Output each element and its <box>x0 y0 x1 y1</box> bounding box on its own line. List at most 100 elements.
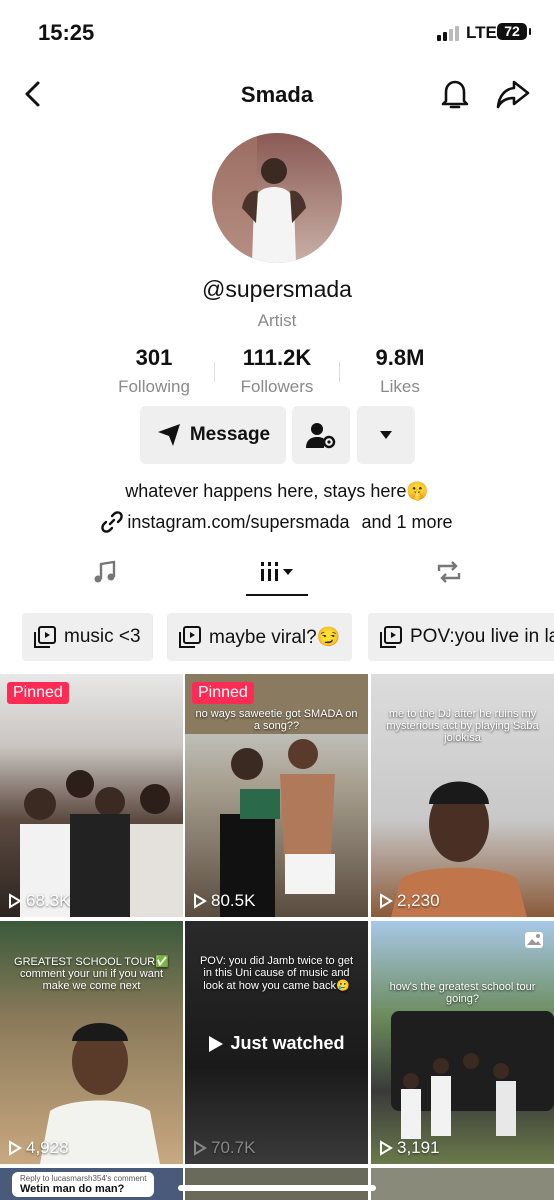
playlist-label: music <3 <box>64 626 141 647</box>
message-button[interactable]: Message <box>140 406 286 464</box>
grid-icon <box>261 562 293 581</box>
thumbnail-image <box>391 1011 554 1139</box>
user-gear-icon <box>306 423 336 449</box>
bell-icon <box>441 80 469 109</box>
stat-label: Likes <box>380 377 420 396</box>
play-outline-icon <box>380 893 393 909</box>
battery-level: 72 <box>504 23 520 39</box>
stat-label: Following <box>118 377 190 396</box>
video-caption: no ways saweetie got SMADA on a song?? <box>195 708 358 732</box>
video-thumbnail[interactable] <box>185 1168 368 1200</box>
message-label: Message <box>189 424 271 445</box>
view-count-value: 70.7K <box>211 1138 256 1157</box>
playlist-icon <box>34 626 56 648</box>
avatar[interactable] <box>212 133 342 263</box>
view-count-value: 3,191 <box>397 1138 440 1157</box>
stat-label: Followers <box>240 377 314 396</box>
play-outline-icon <box>9 893 22 909</box>
profile-tabs <box>0 548 554 598</box>
status-time: 15:25 <box>38 20 95 45</box>
play-icon <box>209 1035 224 1052</box>
video-thumbnail[interactable] <box>371 1168 554 1200</box>
video-caption: POV: you did Jamb twice to get in this U… <box>199 955 354 992</box>
profile-stats: 301 Following 111.2K Followers 9.8M Like… <box>0 345 554 405</box>
profile-handle: @supersmada <box>202 276 352 302</box>
just-watched-label: Just watched <box>185 1033 368 1054</box>
stat-value: 301 <box>135 345 173 370</box>
profile-category: Artist <box>257 311 297 330</box>
video-caption: how's the greatest school tour going? <box>389 981 536 1005</box>
stat-likes[interactable]: 9.8M Likes <box>335 345 465 397</box>
view-count: 70.7K <box>193 1138 255 1158</box>
view-count-value: 68.3K <box>26 891 71 910</box>
playlist-icon <box>380 626 402 648</box>
video-thumbnail[interactable]: how's the greatest school tour going? 3,… <box>371 921 554 1164</box>
tab-music[interactable] <box>80 548 130 596</box>
playlist-icon <box>179 626 201 648</box>
video-thumbnail[interactable]: me to the DJ after he ruins my mysteriou… <box>371 674 554 917</box>
view-count-value: 2,230 <box>397 891 440 910</box>
tab-reposts[interactable] <box>424 548 474 596</box>
stat-value: 111.2K <box>242 345 312 370</box>
more-options-button[interactable] <box>357 406 415 464</box>
music-note-icon <box>94 560 116 583</box>
playlist-label: POV:you live in la <box>410 626 554 647</box>
home-indicator <box>178 1185 376 1191</box>
view-count-value: 4,928 <box>26 1138 69 1157</box>
pinned-badge: Pinned <box>7 682 69 704</box>
video-caption: me to the DJ after he ruins my mysteriou… <box>386 708 539 744</box>
stat-following[interactable]: 301 Following <box>89 345 219 397</box>
pinned-badge: Pinned <box>192 682 254 704</box>
video-caption: GREATEST SCHOOL TOUR✅ comment your uni i… <box>14 956 169 992</box>
video-thumbnail[interactable]: Pinned no ways saweetie got SMADA on a s… <box>185 674 368 917</box>
repost-icon <box>437 561 461 583</box>
tab-videos[interactable] <box>250 548 306 596</box>
video-thumbnail[interactable]: POV: you did Jamb twice to get in this U… <box>185 921 368 1164</box>
video-grid: Pinned 68.3K Pinned no ways saweetie got… <box>0 674 554 1200</box>
reply-text: Wetin man do man? <box>20 1183 125 1195</box>
playlist-label: maybe viral?😏 <box>209 627 341 648</box>
view-count: 80.5K <box>193 891 255 911</box>
play-outline-icon <box>194 1140 207 1156</box>
playlist-chip[interactable]: maybe viral?😏 <box>167 613 353 661</box>
video-thumbnail[interactable]: Pinned 68.3K <box>0 674 183 917</box>
avatar-image <box>212 133 342 263</box>
play-outline-icon <box>9 1140 22 1156</box>
thumbnail-image <box>20 770 183 917</box>
playlist-chip[interactable]: POV:you live in la <box>368 613 554 661</box>
stat-followers[interactable]: 111.2K Followers <box>212 345 342 397</box>
link-more[interactable]: and 1 more <box>362 512 453 533</box>
top-nav: Smada <box>0 70 554 120</box>
playlist-row: music <3 maybe viral?😏 POV:you live in l… <box>22 613 554 663</box>
share-button[interactable] <box>495 76 531 112</box>
view-count: 3,191 <box>379 1138 440 1158</box>
status-bar: 15:25 LTE 72 <box>0 0 554 64</box>
view-count: 2,230 <box>379 891 440 911</box>
notification-button[interactable] <box>437 76 473 112</box>
view-count: 68.3K <box>8 891 70 911</box>
play-outline-icon <box>380 1140 393 1156</box>
view-count: 4,928 <box>8 1138 69 1158</box>
profile-bio: whatever happens here, stays here🤫 <box>125 481 429 501</box>
send-icon <box>157 424 180 446</box>
network-label: LTE <box>466 23 497 42</box>
playlist-chip[interactable]: music <3 <box>22 613 153 661</box>
link-text[interactable]: instagram.com/supersmada <box>127 512 349 533</box>
profile-actions: Message <box>0 406 554 464</box>
follow-settings-button[interactable] <box>292 406 350 464</box>
just-watched-text: Just watched <box>230 1033 345 1053</box>
share-icon <box>496 80 530 109</box>
caret-down-icon <box>380 431 392 439</box>
reply-bubble: Reply to lucasmarsh354's comment Wetin m… <box>12 1172 155 1197</box>
tab-indicator <box>246 594 308 596</box>
signal-icon <box>437 26 459 41</box>
photo-icon <box>525 932 543 948</box>
profile-link[interactable]: instagram.com/supersmada and 1 more <box>0 511 554 533</box>
video-thumbnail[interactable]: Reply to lucasmarsh354's comment Wetin m… <box>0 1168 183 1200</box>
play-outline-icon <box>194 893 207 909</box>
view-count-value: 80.5K <box>211 891 256 910</box>
video-thumbnail[interactable]: GREATEST SCHOOL TOUR✅ comment your uni i… <box>0 921 183 1164</box>
battery-icon: 72 <box>497 23 531 40</box>
reply-caption: Reply to lucasmarsh354's comment <box>20 1174 147 1183</box>
link-icon <box>101 511 124 533</box>
